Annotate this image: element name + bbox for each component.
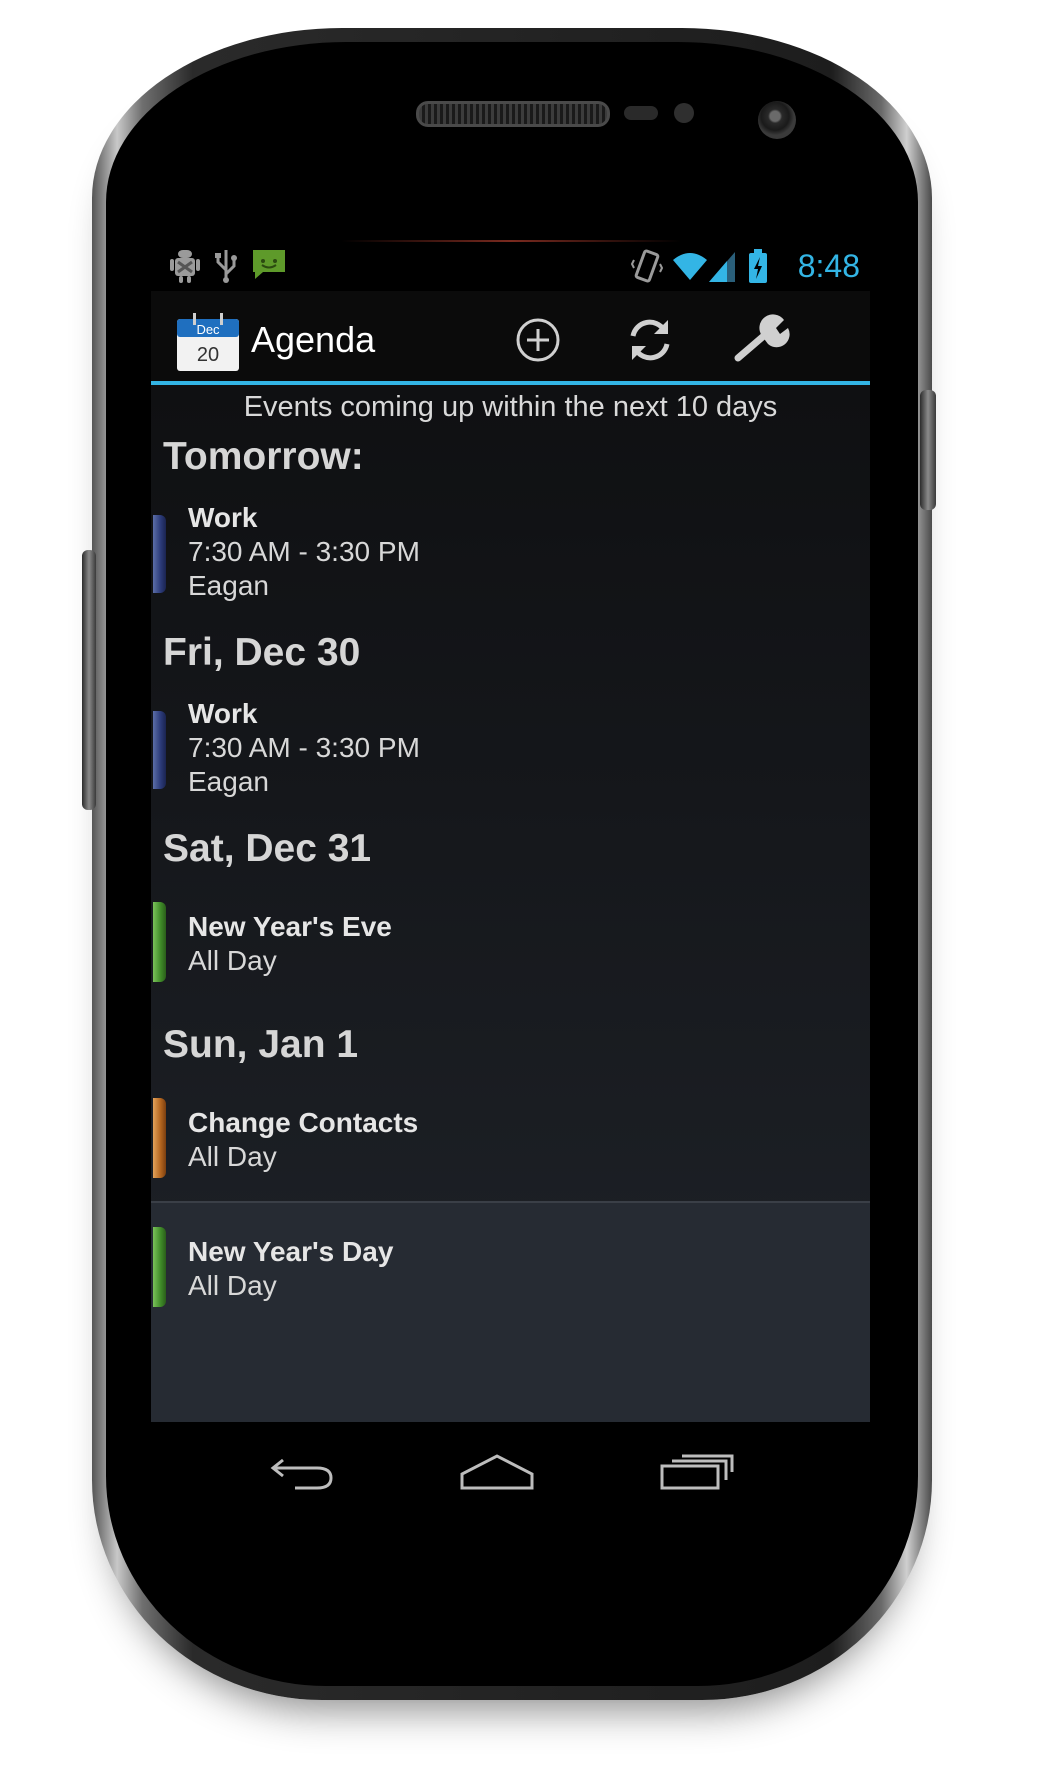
day-header: Fri, Dec 30 [163, 631, 361, 674]
earpiece-speaker [416, 101, 610, 127]
app-title: Agenda [251, 319, 376, 360]
recent-apps-icon [660, 1454, 734, 1490]
event-time: 7:30 AM - 3:30 PM [188, 536, 420, 567]
event-item[interactable]: Change Contacts All Day [151, 1098, 870, 1186]
calendar-icon-day: 20 [196, 344, 220, 366]
message-icon [251, 248, 287, 287]
day-header: Sat, Dec 31 [163, 827, 372, 870]
event-title: New Year's Eve [188, 911, 392, 942]
status-bar-glow [341, 240, 681, 242]
event-time: All Day [188, 1270, 277, 1301]
usb-icon [213, 248, 239, 289]
volume-button [82, 550, 96, 810]
event-color-bar [153, 902, 166, 982]
status-bar: 8:48 [151, 240, 870, 291]
calendar-icon-month: Dec [196, 322, 220, 337]
event-time: All Day [188, 945, 277, 976]
event-color-bar [153, 515, 166, 593]
day-header: Sun, Jan 1 [163, 1023, 359, 1066]
agenda-list[interactable]: Events coming up within the next 10 days… [151, 385, 870, 1422]
add-icon [516, 318, 560, 362]
recent-apps-button[interactable] [647, 1442, 747, 1502]
refresh-button[interactable] [617, 307, 683, 373]
event-location: Eagan [188, 766, 269, 797]
agenda-subtitle: Events coming up within the next 10 days [243, 391, 778, 423]
event-item[interactable]: New Year's Day All Day [151, 1227, 870, 1315]
back-button[interactable] [253, 1442, 353, 1502]
screen: 8:48 Dec 20 Agenda Events coming up with… [151, 240, 870, 1517]
android-debug-icon [169, 248, 201, 289]
settings-button[interactable] [729, 307, 795, 373]
home-icon [460, 1454, 534, 1490]
vibrate-icon [630, 248, 664, 289]
front-camera [758, 101, 796, 139]
event-location: Eagan [188, 570, 269, 601]
action-bar: Dec 20 Agenda [151, 291, 870, 385]
event-color-bar [153, 711, 166, 789]
event-item[interactable]: Work 7:30 AM - 3:30 PM Eagan [151, 501, 870, 605]
event-title: Change Contacts [188, 1107, 419, 1138]
battery-charging-icon [747, 248, 769, 289]
power-button [920, 390, 936, 510]
refresh-icon [630, 319, 670, 361]
event-title: New Year's Day [188, 1236, 394, 1267]
wifi-icon [671, 248, 709, 289]
status-clock: 8:48 [797, 248, 860, 284]
day-header: Tomorrow: [163, 435, 364, 478]
event-time: All Day [188, 1141, 277, 1172]
event-title: Work [188, 698, 258, 729]
back-icon [270, 1458, 333, 1490]
proximity-sensor [624, 106, 658, 120]
event-time: 7:30 AM - 3:30 PM [188, 732, 420, 763]
add-event-button[interactable] [505, 307, 571, 373]
light-sensor [674, 103, 694, 123]
calendar-app-icon[interactable]: Dec 20 [177, 313, 239, 371]
navigation-bar [151, 1422, 870, 1517]
event-color-bar [153, 1098, 166, 1178]
event-item[interactable]: New Year's Eve All Day [151, 902, 870, 990]
event-color-bar [153, 1227, 166, 1307]
settings-wrench-icon [734, 314, 790, 362]
event-title: Work [188, 502, 258, 533]
signal-icon [707, 248, 737, 289]
home-button[interactable] [447, 1442, 547, 1502]
event-item[interactable]: Work 7:30 AM - 3:30 PM Eagan [151, 697, 870, 801]
